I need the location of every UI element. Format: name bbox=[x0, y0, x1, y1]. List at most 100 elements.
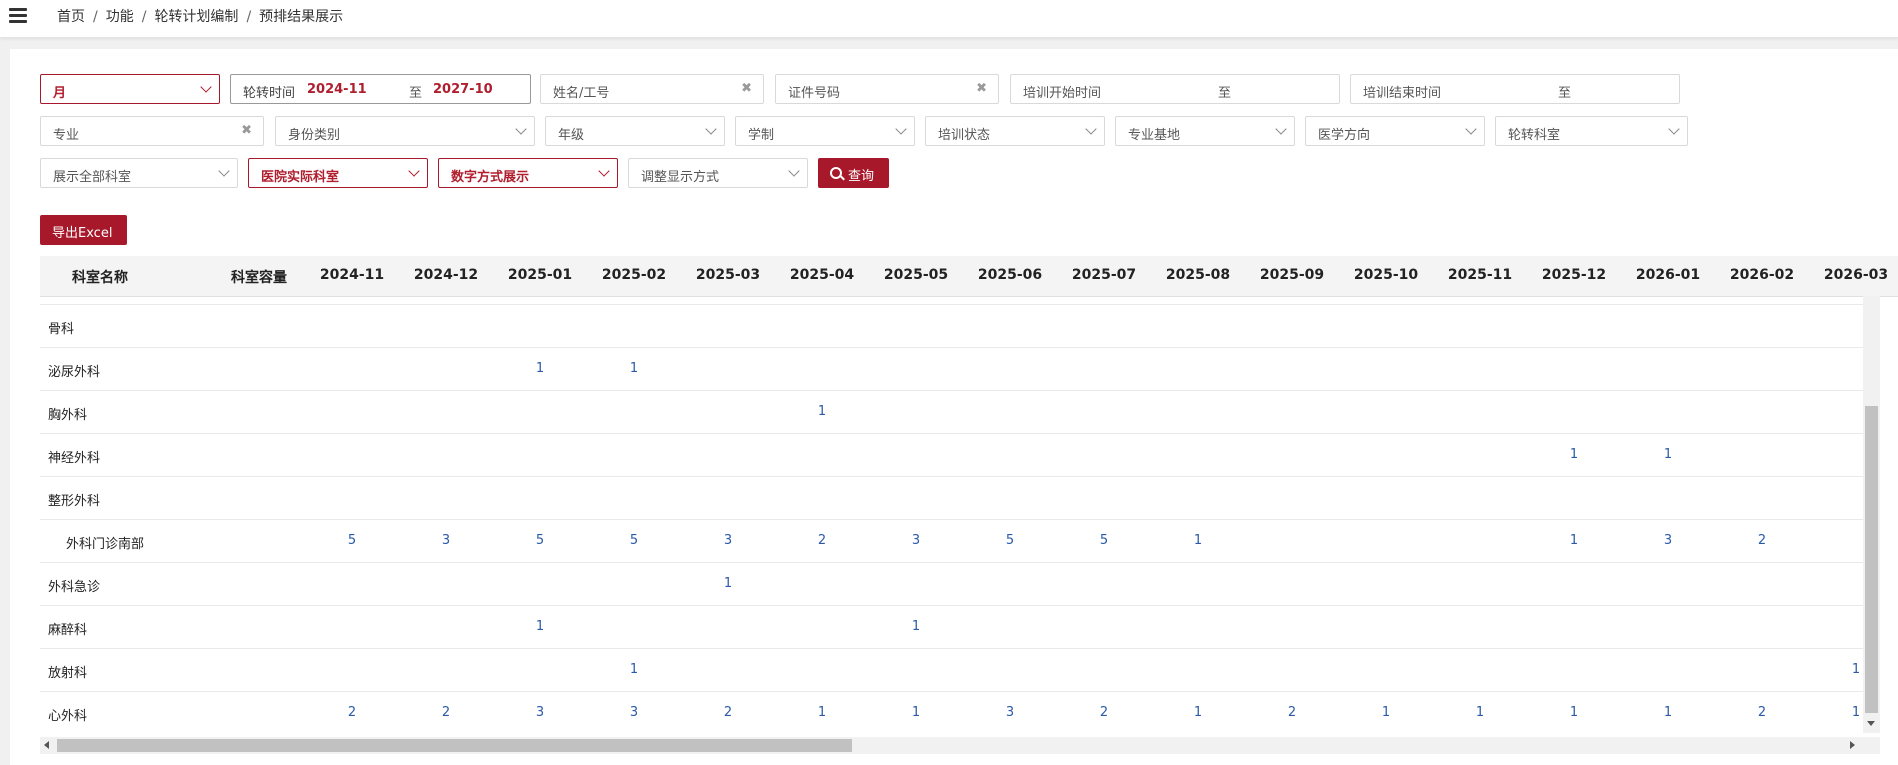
grade-placeholder: 年级 bbox=[558, 128, 585, 143]
chevron-down-icon bbox=[1275, 123, 1287, 135]
schedule-count-cell[interactable]: 1 bbox=[818, 705, 826, 720]
schedule-count-cell[interactable]: 3 bbox=[630, 705, 638, 720]
chevron-down-icon bbox=[598, 165, 610, 177]
schedule-count-cell[interactable]: 2 bbox=[442, 705, 450, 720]
dept-name: 放射科 bbox=[48, 666, 88, 681]
chevron-down-icon bbox=[895, 123, 907, 135]
schedule-count-cell[interactable]: 3 bbox=[442, 533, 450, 548]
schedule-count-cell[interactable]: 5 bbox=[1100, 533, 1108, 548]
chevron-down-icon bbox=[408, 165, 420, 177]
schedule-count-cell[interactable]: 1 bbox=[912, 619, 920, 634]
range-separator: 至 bbox=[1558, 86, 1572, 101]
adjust-display-select[interactable]: 调整显示方式 bbox=[628, 158, 808, 188]
schedule-table: 科室名称 科室容量 2024-11 2024-12 2025-01 2025-02 2025… bbox=[40, 256, 1898, 755]
major-base-select[interactable]: 专业基地 bbox=[1115, 116, 1295, 146]
schedule-count-cell[interactable]: 1 bbox=[724, 576, 732, 591]
table-body: 骨科 泌尿外科 1 1 胸外科 1 神经外科 1 1 整形外科 外科门诊南部 5 3 5 5 3 2 3 5 5 1 1 3… bbox=[40, 296, 1863, 736]
rotation-dept-placeholder: 轮转科室 bbox=[1508, 128, 1561, 143]
rotation-start-value[interactable]: 2024-11 bbox=[307, 82, 367, 97]
grade-select[interactable]: 年级 bbox=[545, 116, 725, 146]
header-month: 2025-03 bbox=[695, 267, 761, 283]
schedule-count-cell[interactable]: 5 bbox=[1006, 533, 1014, 548]
rotation-time-range[interactable]: 轮转时间 2024-11 至 2027-10 bbox=[230, 74, 531, 104]
schedule-count-cell[interactable]: 5 bbox=[630, 533, 638, 548]
train-start-range[interactable]: 培训开始时间 至 bbox=[1010, 74, 1340, 104]
schedule-count-cell[interactable]: 3 bbox=[912, 533, 920, 548]
vertical-scrollbar[interactable] bbox=[1863, 296, 1880, 733]
horizontal-scrollbar[interactable] bbox=[40, 737, 1880, 754]
clear-icon[interactable]: ✖ bbox=[741, 81, 752, 96]
schedule-count-cell[interactable]: 2 bbox=[348, 705, 356, 720]
dept-name: 外科门诊南部 bbox=[66, 537, 145, 552]
schedule-count-cell[interactable]: 5 bbox=[348, 533, 356, 548]
schedule-count-cell[interactable]: 1 bbox=[1664, 447, 1672, 462]
major-placeholder: 专业 bbox=[53, 128, 80, 143]
display-mode-select[interactable]: 数字方式展示 bbox=[438, 158, 618, 188]
dept-name: 泌尿外科 bbox=[48, 365, 101, 380]
scroll-down-icon[interactable] bbox=[1867, 721, 1875, 726]
schedule-count-cell[interactable]: 5 bbox=[536, 533, 544, 548]
scroll-left-icon[interactable] bbox=[44, 741, 49, 749]
scroll-right-icon[interactable] bbox=[1850, 741, 1855, 749]
schedule-count-cell[interactable]: 1 bbox=[1852, 705, 1860, 720]
schedule-count-cell[interactable]: 1 bbox=[1852, 662, 1860, 677]
train-end-range[interactable]: 培训结束时间 至 bbox=[1350, 74, 1680, 104]
search-button[interactable]: 查询 bbox=[818, 158, 889, 188]
schedule-count-cell[interactable]: 2 bbox=[724, 705, 732, 720]
clear-icon[interactable]: ✖ bbox=[976, 81, 987, 96]
schedule-count-cell[interactable]: 3 bbox=[1664, 533, 1672, 548]
schedule-count-cell[interactable]: 1 bbox=[1194, 533, 1202, 548]
cert-number-input[interactable]: 证件号码 ✖ bbox=[775, 74, 999, 104]
schedule-count-cell[interactable]: 1 bbox=[1382, 705, 1390, 720]
schedule-count-cell[interactable]: 2 bbox=[1288, 705, 1296, 720]
schedule-count-cell[interactable]: 3 bbox=[1006, 705, 1014, 720]
schedule-count-cell[interactable]: 1 bbox=[630, 361, 638, 376]
name-id-placeholder: 姓名/工号 bbox=[553, 86, 610, 101]
schedule-count-cell[interactable]: 1 bbox=[1570, 447, 1578, 462]
clear-icon[interactable]: ✖ bbox=[241, 123, 252, 138]
schedule-count-cell[interactable]: 1 bbox=[1570, 705, 1578, 720]
vertical-scroll-thumb[interactable] bbox=[1865, 406, 1878, 713]
schedule-count-cell[interactable]: 1 bbox=[1570, 533, 1578, 548]
schedule-count-cell[interactable]: 2 bbox=[1758, 533, 1766, 548]
schedule-count-cell[interactable]: 2 bbox=[1100, 705, 1108, 720]
rotation-end-value[interactable]: 2027-10 bbox=[433, 82, 493, 97]
schedule-count-cell[interactable]: 1 bbox=[536, 619, 544, 634]
identity-select[interactable]: 身份类别 bbox=[275, 116, 535, 146]
table-row: 胸外科 1 bbox=[40, 390, 1863, 433]
schedule-count-cell[interactable]: 3 bbox=[536, 705, 544, 720]
header-month: 2025-10 bbox=[1353, 267, 1419, 283]
chevron-down-icon bbox=[200, 81, 212, 93]
schedule-count-cell[interactable]: 1 bbox=[912, 705, 920, 720]
train-status-select[interactable]: 培训状态 bbox=[925, 116, 1105, 146]
breadcrumb-item-rotation-plan[interactable]: 轮转计划编制 bbox=[154, 9, 238, 25]
schedule-count-cell[interactable]: 1 bbox=[630, 662, 638, 677]
train-end-label: 培训结束时间 bbox=[1363, 86, 1442, 101]
schedule-count-cell[interactable]: 1 bbox=[1194, 705, 1202, 720]
schedule-count-cell[interactable]: 1 bbox=[818, 404, 826, 419]
dept-display-select[interactable]: 展示全部科室 bbox=[40, 158, 238, 188]
breadcrumb-item-function[interactable]: 功能 bbox=[106, 9, 134, 25]
schedule-count-cell[interactable]: 1 bbox=[536, 361, 544, 376]
dept-name: 胸外科 bbox=[48, 408, 88, 423]
schedule-count-cell[interactable]: 3 bbox=[724, 533, 732, 548]
header-month: 2024-11 bbox=[319, 267, 385, 283]
hamburger-menu-icon[interactable] bbox=[9, 6, 27, 24]
period-select[interactable]: 月 bbox=[40, 74, 220, 104]
medical-direction-select[interactable]: 医学方向 bbox=[1305, 116, 1485, 146]
rotation-dept-select[interactable]: 轮转科室 bbox=[1495, 116, 1688, 146]
schedule-count-cell[interactable]: 1 bbox=[1476, 705, 1484, 720]
schooling-select[interactable]: 学制 bbox=[735, 116, 915, 146]
name-id-input[interactable]: 姓名/工号 ✖ bbox=[540, 74, 764, 104]
rotation-time-label: 轮转时间 bbox=[243, 86, 296, 101]
major-input[interactable]: 专业 ✖ bbox=[40, 116, 264, 146]
hospital-dept-select[interactable]: 医院实际科室 bbox=[248, 158, 428, 188]
schedule-count-cell[interactable]: 1 bbox=[1664, 705, 1672, 720]
schedule-count-cell[interactable]: 2 bbox=[1758, 705, 1766, 720]
chevron-down-icon bbox=[705, 123, 717, 135]
horizontal-scroll-thumb[interactable] bbox=[57, 739, 852, 752]
table-row: 放射科 1 1 bbox=[40, 648, 1863, 691]
breadcrumb-item-home[interactable]: 首页 bbox=[57, 9, 85, 25]
export-excel-button[interactable]: 导出Excel bbox=[40, 215, 127, 245]
schedule-count-cell[interactable]: 2 bbox=[818, 533, 826, 548]
